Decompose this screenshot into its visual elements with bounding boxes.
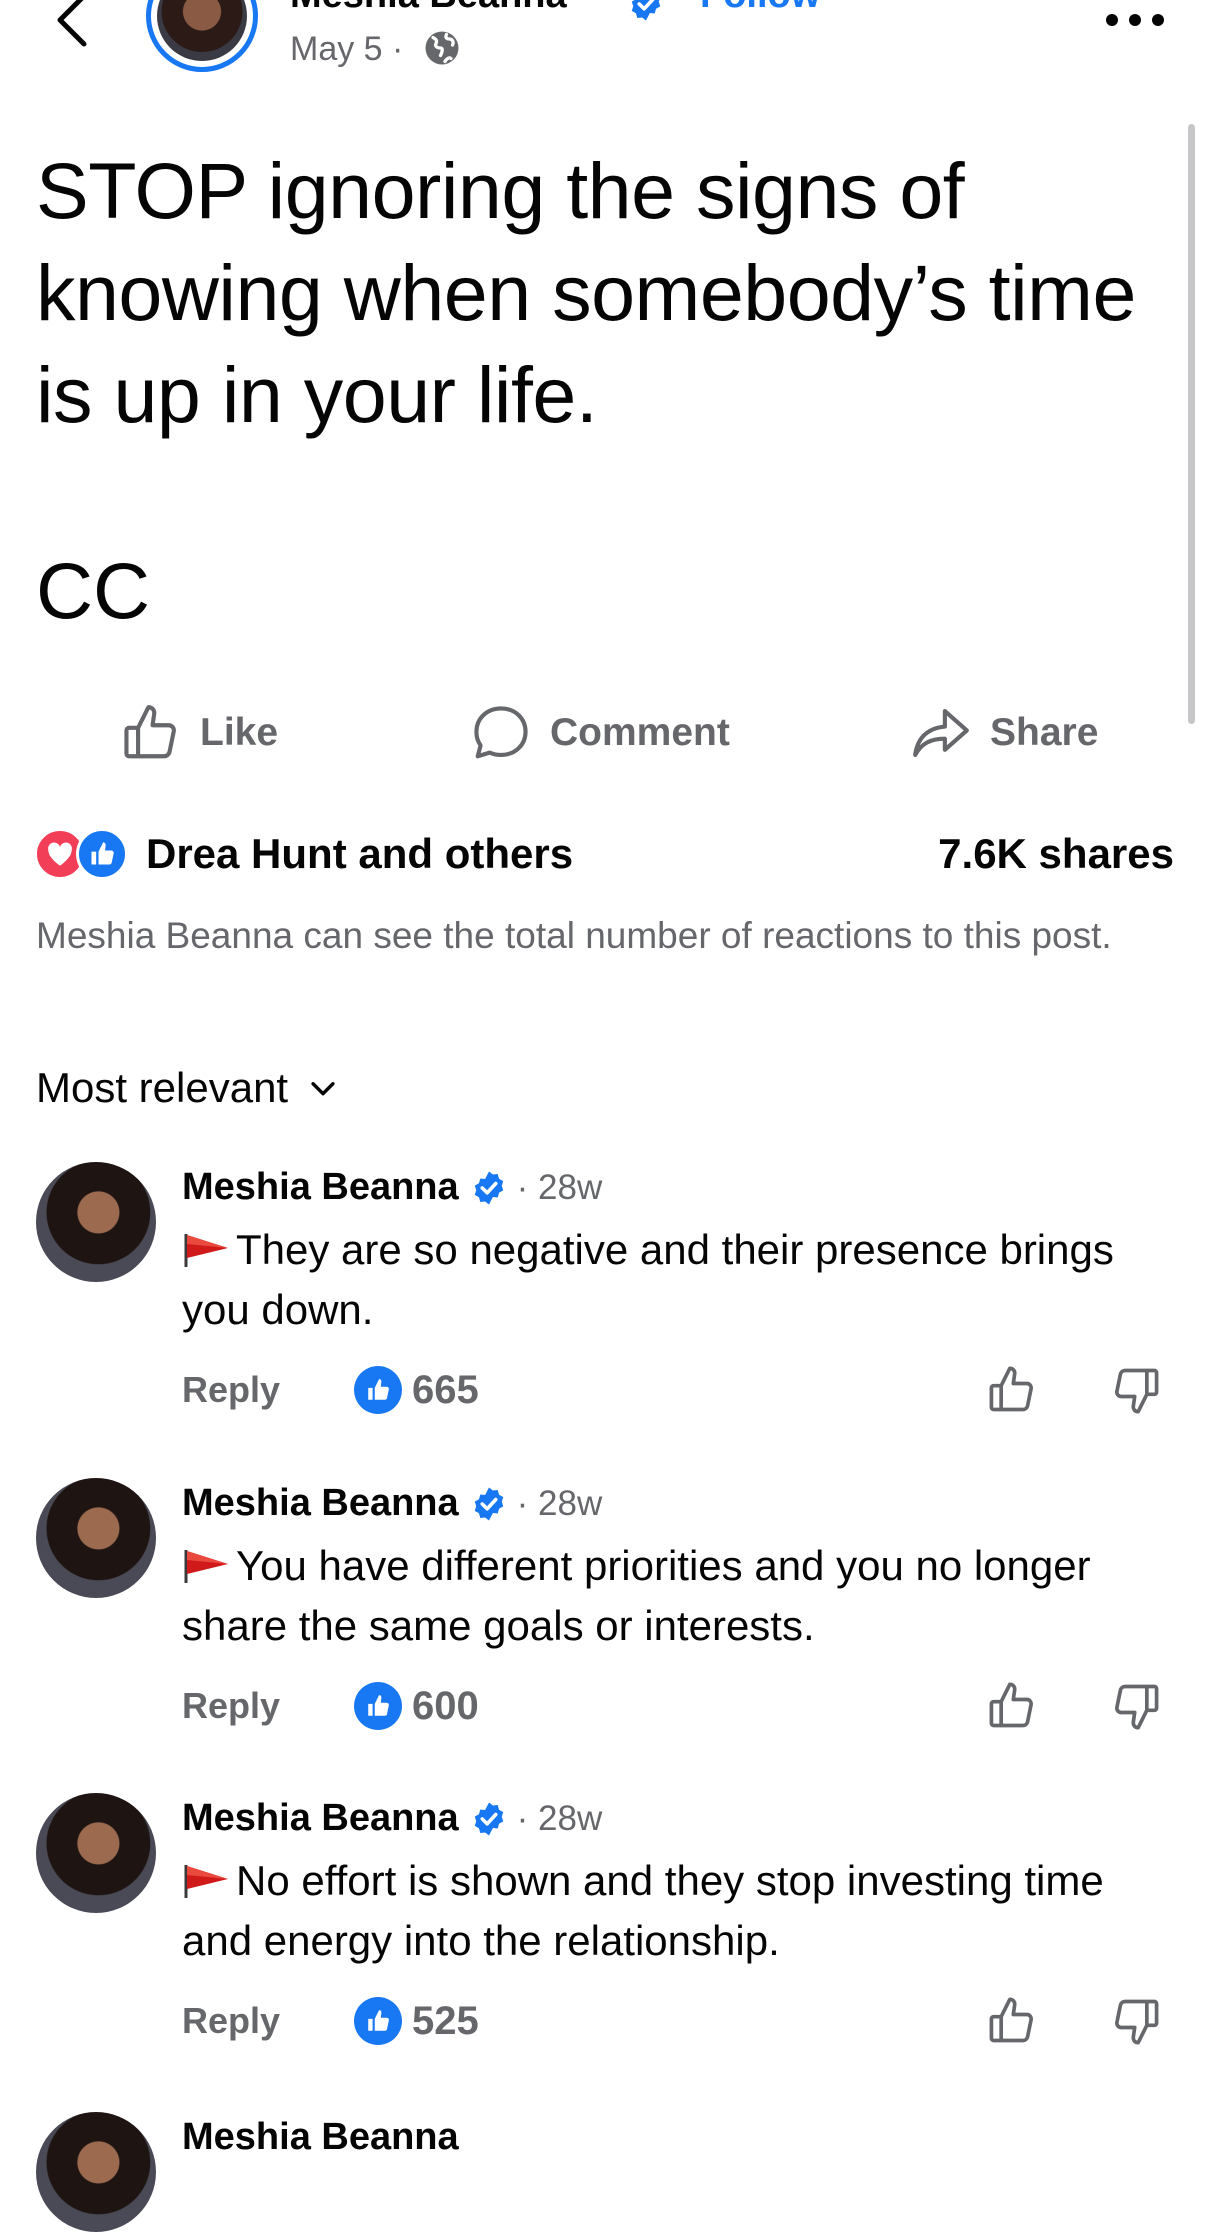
thumbs-up-icon[interactable] <box>986 1995 1038 2047</box>
like-count-badge-icon <box>354 1366 403 1414</box>
like-count-badge-icon <box>354 1682 403 1730</box>
red-flag-icon <box>184 1550 228 1583</box>
comment-text-wrap: No effort is shown and they stop investi… <box>182 1851 1132 1971</box>
post-credit: CC <box>36 546 151 635</box>
verified-badge-icon <box>474 1487 503 1520</box>
red-flag-icon <box>184 1865 228 1898</box>
commenter-avatar[interactable] <box>36 2112 156 2232</box>
comment-text: No effort is shown and they stop investi… <box>182 1857 1104 1964</box>
back-arrow-icon[interactable] <box>40 0 100 52</box>
comment: Meshia Beanna · 28w No effort is shown a… <box>0 1793 1206 2093</box>
comment-label: Comment <box>550 711 730 754</box>
reaction-visibility-note: Meshia Beanna can see the total number o… <box>36 915 1112 956</box>
thumbs-up-icon[interactable] <box>986 1364 1038 1416</box>
reply-button[interactable]: Reply <box>182 1685 280 1727</box>
like-icon <box>124 705 176 759</box>
like-button[interactable]: Like <box>120 698 278 768</box>
reactor-names[interactable]: Drea Hunt and others <box>146 826 573 882</box>
verified-badge-icon <box>631 0 661 21</box>
comment-author[interactable]: Meshia Beanna <box>182 1166 459 1209</box>
commenter-avatar[interactable] <box>36 1793 156 1913</box>
reaction-icons[interactable] <box>34 826 128 882</box>
chevron-down-icon <box>311 1082 335 1096</box>
like-count-badge-icon <box>354 1997 403 2045</box>
reply-button[interactable]: Reply <box>182 2000 280 2042</box>
commenter-avatar[interactable] <box>36 1162 156 1282</box>
comment: Meshia Beanna · 28w They are so negative… <box>0 1162 1206 1462</box>
comment-text: They are so negative and their presence … <box>182 1226 1114 1333</box>
verified-badge-icon <box>474 1171 503 1204</box>
post-date[interactable]: May 5 · <box>290 30 403 69</box>
author-avatar[interactable] <box>146 0 258 72</box>
post-text: STOP ignoring the signs of knowing when … <box>36 146 1136 439</box>
sort-label: Most relevant <box>36 1064 289 1111</box>
comment-button[interactable]: Comment <box>470 698 730 768</box>
thumbs-up-icon[interactable] <box>986 1680 1038 1732</box>
commenter-avatar[interactable] <box>36 1478 156 1598</box>
comment: Meshia Beanna · 28w You have different p… <box>0 1478 1206 1778</box>
verified-badge-icon <box>474 1802 503 1835</box>
post-author-name[interactable]: Meshia Beanna <box>290 0 567 17</box>
comment-time: · 28w <box>516 1483 603 1523</box>
red-flag-icon <box>184 1234 228 1267</box>
like-reaction-icon <box>76 828 128 880</box>
comment-icon <box>474 706 528 759</box>
comment-author[interactable]: Meshia Beanna <box>182 1797 459 1840</box>
comment-author[interactable]: Meshia Beanna <box>182 2116 459 2159</box>
scrollbar[interactable] <box>1188 124 1195 724</box>
comment-sort-dropdown[interactable]: Most relevant <box>36 1060 340 1116</box>
comment-text-wrap: You have different priorities and you no… <box>182 1536 1132 1656</box>
comment-text-wrap: They are so negative and their presence … <box>182 1220 1132 1340</box>
comment-like-count[interactable]: 600 <box>412 1684 479 1729</box>
thumbs-down-icon[interactable] <box>1110 1364 1162 1416</box>
thumbs-down-icon[interactable] <box>1110 1680 1162 1732</box>
share-label: Share <box>990 711 1099 754</box>
share-button[interactable]: Share <box>910 698 1098 768</box>
reply-button[interactable]: Reply <box>182 1369 280 1411</box>
comment-author[interactable]: Meshia Beanna <box>182 1482 459 1525</box>
like-label: Like <box>200 711 279 754</box>
share-icon <box>913 708 969 758</box>
globe-icon <box>425 31 459 65</box>
comment-time: · 28w <box>516 1798 603 1838</box>
comment-time: · 28w <box>516 1167 603 1207</box>
comment-text: You have different priorities and you no… <box>182 1542 1091 1649</box>
comment-like-count[interactable]: 525 <box>412 1999 479 2044</box>
follow-button[interactable]: Follow <box>700 0 820 17</box>
comment-like-count[interactable]: 665 <box>412 1368 479 1413</box>
more-dots-icon[interactable] <box>1100 2 1170 38</box>
share-count[interactable]: 7.6K shares <box>938 826 1174 882</box>
thumbs-down-icon[interactable] <box>1110 1995 1162 2047</box>
